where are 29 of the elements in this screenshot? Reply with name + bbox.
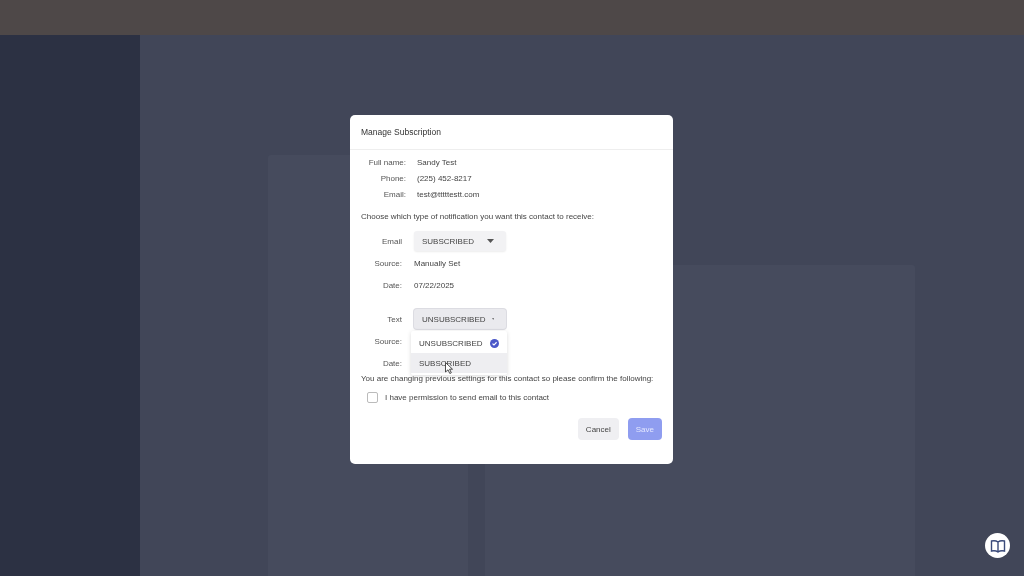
field-label: Full name: bbox=[367, 158, 406, 168]
dropdown-option[interactable]: SUBSCRIBED bbox=[411, 353, 507, 373]
dialog-title: Manage Subscription bbox=[361, 127, 441, 137]
book-button[interactable] bbox=[985, 533, 1010, 558]
prompt-text: Choose which type of notification you want this contact to receive: bbox=[361, 212, 595, 222]
channel-label: Email bbox=[381, 236, 402, 246]
checkbox-label: I have permission to send email to this contact bbox=[385, 393, 550, 402]
checkbox[interactable] bbox=[367, 392, 378, 403]
channel-label: Text bbox=[386, 314, 402, 324]
field-label: Source: bbox=[373, 336, 402, 346]
field-value: Manually Set bbox=[414, 258, 461, 268]
notice-text: You are changing previous settings for this contact so please confirm the following: bbox=[361, 374, 655, 384]
field-value: Sandy Test bbox=[417, 158, 458, 168]
field-label: Date: bbox=[381, 280, 402, 290]
field-label: Source: bbox=[373, 258, 402, 268]
field-label: Date: bbox=[381, 358, 402, 368]
caret-icon bbox=[487, 239, 494, 243]
dropdown-option[interactable]: UNSUBSCRIBED bbox=[411, 333, 507, 353]
status-dropdown[interactable]: SUBSCRIBED bbox=[414, 231, 506, 251]
check-icon bbox=[490, 338, 499, 348]
field-value: 07/22/2025 bbox=[414, 280, 455, 290]
field-label: Email: bbox=[382, 190, 406, 200]
field-value: (225) 452-8217 bbox=[417, 174, 473, 184]
field-value: test@tttttestt.com bbox=[417, 190, 480, 200]
cancel-button[interactable]: Cancel bbox=[577, 418, 619, 440]
status-dropdown[interactable]: UNSUBSCRIBED bbox=[414, 309, 506, 329]
book-icon bbox=[989, 538, 1006, 553]
field-label: Phone: bbox=[379, 174, 406, 184]
caret-icon bbox=[491, 317, 494, 321]
